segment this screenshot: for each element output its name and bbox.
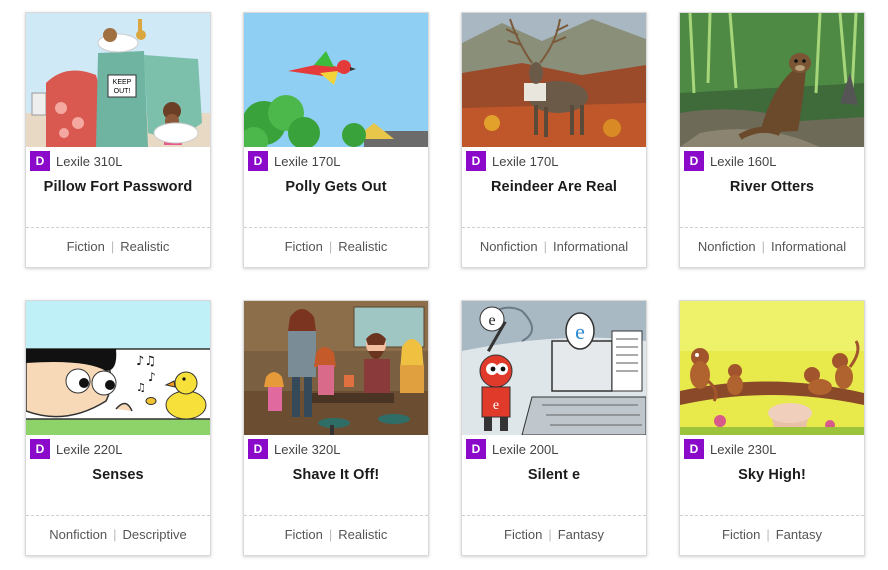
lexile-level: Lexile 170L — [274, 153, 341, 169]
flying-parrot-illustration[interactable] — [244, 13, 428, 147]
level-badge: D — [684, 439, 704, 459]
book-card[interactable]: D Lexile 320L Shave It Off! Fiction | Real… — [243, 300, 429, 556]
divider — [680, 227, 864, 228]
book-title[interactable]: Pillow Fort Password — [30, 179, 206, 195]
subgenre-label: Informational — [553, 239, 629, 254]
svg-text:e: e — [575, 319, 585, 344]
book-card[interactable]: ♪♫ ♪ ♫ D Lexile 220L Senses Nonfiction | D… — [25, 300, 211, 556]
tag-separator: | — [543, 239, 548, 254]
divider — [26, 227, 210, 228]
tag-separator: | — [766, 527, 770, 542]
genre-label: Fiction — [722, 527, 761, 542]
book-title[interactable]: Senses — [30, 467, 206, 483]
tag-separator: | — [113, 527, 117, 542]
tag-separator: | — [761, 239, 766, 254]
book-card[interactable]: D Lexile 230L Sky High! Fiction | Fantasy — [679, 300, 865, 556]
book-tags: Fiction | Realistic — [244, 527, 428, 542]
book-title[interactable]: Silent e — [466, 467, 642, 483]
divider — [462, 227, 646, 228]
tag-separator: | — [328, 527, 333, 542]
divider — [26, 515, 210, 516]
book-meta: D Lexile 230L — [684, 439, 777, 459]
book-meta: D Lexile 220L — [30, 439, 123, 459]
book-title[interactable]: Reindeer Are Real — [466, 179, 642, 195]
svg-text:♪♫: ♪♫ — [136, 354, 156, 369]
lexile-level: Lexile 230L — [710, 441, 777, 457]
lexile-level: Lexile 320L — [274, 441, 341, 457]
book-title[interactable]: River Otters — [684, 179, 860, 195]
book-meta: D Lexile 160L — [684, 151, 777, 171]
book-tags: Nonfiction | Informational — [680, 239, 864, 254]
lexile-level: Lexile 170L — [492, 153, 559, 169]
letter-e-robot-illustration[interactable]: e e e — [462, 301, 646, 435]
lexile-level: Lexile 200L — [492, 441, 559, 457]
book-meta: D Lexile 170L — [466, 151, 559, 171]
river-otter-photo[interactable] — [680, 13, 864, 147]
book-tags: Fiction | Fantasy — [462, 527, 646, 542]
lexile-level: Lexile 220L — [56, 441, 123, 457]
pillow-fort-illustration[interactable]: KEEP OUT! — [26, 13, 210, 147]
subgenre-label: Realistic — [120, 239, 170, 254]
svg-text:KEEP: KEEP — [113, 79, 132, 86]
subgenre-label: Realistic — [338, 239, 388, 254]
divider — [462, 515, 646, 516]
svg-text:e: e — [493, 398, 499, 413]
book-tags: Nonfiction | Descriptive — [26, 527, 210, 542]
book-title[interactable]: Sky High! — [684, 467, 860, 483]
genre-label: Nonfiction — [479, 239, 538, 254]
book-meta: D Lexile 320L — [248, 439, 341, 459]
level-badge: D — [248, 151, 268, 171]
family-kitchen-illustration[interactable] — [244, 301, 428, 435]
subgenre-label: Informational — [771, 239, 847, 254]
svg-text:♫: ♫ — [136, 381, 146, 394]
genre-label: Fiction — [284, 527, 323, 542]
book-tags: Fiction | Realistic — [26, 239, 210, 254]
level-badge: D — [30, 439, 50, 459]
book-meta: D Lexile 170L — [248, 151, 341, 171]
divider — [244, 515, 428, 516]
book-meta: D Lexile 200L — [466, 439, 559, 459]
genre-label: Fiction — [66, 239, 105, 254]
genre-label: Fiction — [284, 239, 323, 254]
tag-separator: | — [110, 239, 115, 254]
lexile-level: Lexile 310L — [56, 153, 123, 169]
genre-label: Fiction — [504, 527, 543, 542]
book-grid: KEEP OUT! D Lexile 310L Pillow Fort Pass… — [0, 0, 888, 570]
book-tags: Fiction | Realistic — [244, 239, 428, 254]
tag-separator: | — [328, 239, 333, 254]
book-card[interactable]: D Lexile 160L River Otters Nonfiction | In… — [679, 12, 865, 268]
book-card[interactable]: KEEP OUT! D Lexile 310L Pillow Fort Pass… — [25, 12, 211, 268]
subgenre-label: Fantasy — [557, 527, 604, 542]
level-badge: D — [466, 151, 486, 171]
book-card[interactable]: e e e D Lexile 200L Silent e Fiction | F… — [461, 300, 647, 556]
subgenre-label: Realistic — [338, 527, 388, 542]
genre-label: Nonfiction — [49, 527, 108, 542]
divider — [680, 515, 864, 516]
tag-separator: | — [548, 527, 552, 542]
monkeys-on-branch-illustration[interactable] — [680, 301, 864, 435]
reindeer-photo[interactable] — [462, 13, 646, 147]
level-badge: D — [248, 439, 268, 459]
book-meta: D Lexile 310L — [30, 151, 123, 171]
subgenre-label: Descriptive — [122, 527, 187, 542]
level-badge: D — [684, 151, 704, 171]
book-title[interactable]: Polly Gets Out — [248, 179, 424, 195]
lexile-level: Lexile 160L — [710, 153, 777, 169]
level-badge: D — [30, 151, 50, 171]
book-card[interactable]: D Lexile 170L Reindeer Are Real Nonficti… — [461, 12, 647, 268]
svg-text:OUT!: OUT! — [114, 88, 131, 95]
svg-text:♪: ♪ — [148, 370, 156, 384]
boy-and-singing-bird-illustration[interactable]: ♪♫ ♪ ♫ — [26, 301, 210, 435]
svg-text:e: e — [488, 312, 495, 329]
book-tags: Nonfiction | Informational — [462, 239, 646, 254]
subgenre-label: Fantasy — [775, 527, 822, 542]
level-badge: D — [466, 439, 486, 459]
divider — [244, 227, 428, 228]
book-tags: Fiction | Fantasy — [680, 527, 864, 542]
book-title[interactable]: Shave It Off! — [248, 467, 424, 483]
book-card[interactable]: D Lexile 170L Polly Gets Out Fiction | Rea… — [243, 12, 429, 268]
genre-label: Nonfiction — [697, 239, 756, 254]
